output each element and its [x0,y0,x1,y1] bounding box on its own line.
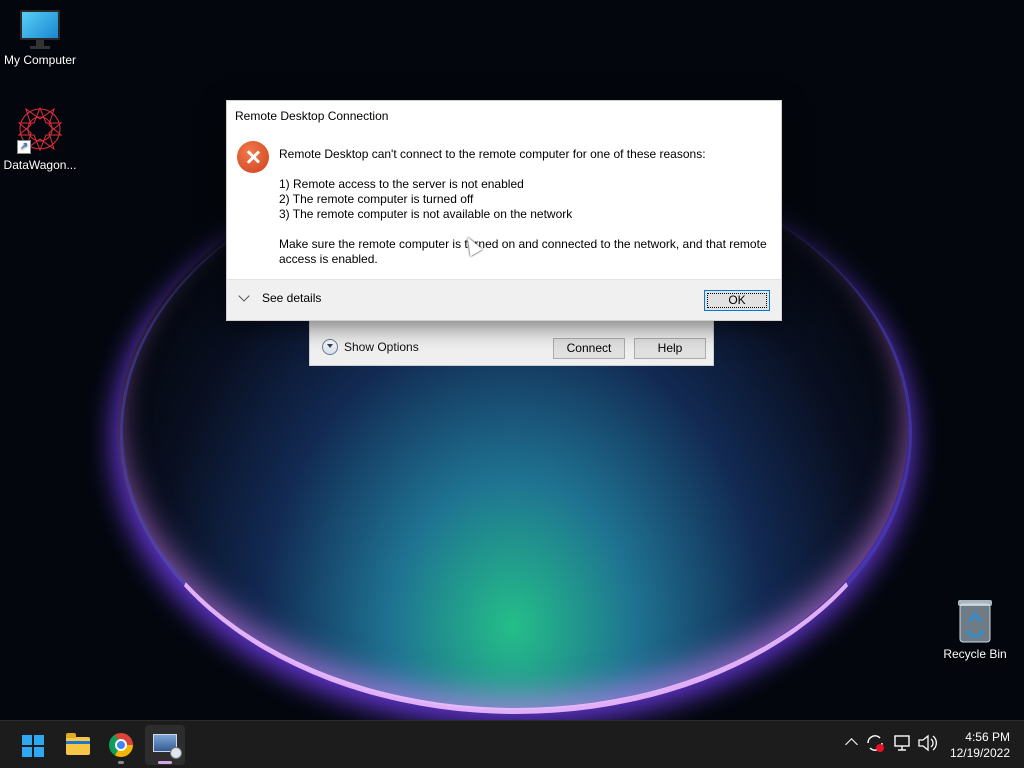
chevron-down-icon [322,339,338,355]
show-options-toggle[interactable]: Show Options [322,339,419,355]
desktop-icon-label: DataWagon... [3,158,77,172]
see-details-toggle[interactable]: See details [238,290,322,305]
desktop-icon-label: Recycle Bin [943,647,1007,661]
dialog-message: Remote Desktop can't connect to the remo… [279,147,774,267]
reason-item: 1) Remote access to the server is not en… [279,177,524,191]
taskbar-file-explorer[interactable] [57,725,97,765]
taskbar-chrome[interactable] [101,725,141,765]
clock-date: 12/19/2022 [949,746,1010,760]
reason-item: 3) The remote computer is not available … [279,207,573,221]
error-dialog: Remote Desktop Connection Remote Desktop… [226,100,782,321]
taskbar-remote-desktop[interactable] [145,725,185,765]
taskbar-clock[interactable]: 4:56 PM 12/19/2022 [950,729,1010,761]
taskbar: 4:56 PM 12/19/2022 [0,720,1024,768]
star-shortcut-icon: ↗ [17,106,63,154]
dialog-title: Remote Desktop Connection [235,109,389,123]
volume-icon[interactable] [917,733,939,756]
monitor-icon [20,10,60,50]
remote-desktop-icon [153,734,182,759]
error-heading: Remote Desktop can't connect to the remo… [279,147,706,161]
desktop-icon-my-computer[interactable]: My Computer [0,10,80,67]
recycle-bin-icon [955,598,995,644]
start-button[interactable] [12,725,52,765]
show-options-label: Show Options [344,340,419,354]
show-hidden-icons-chevron-icon[interactable] [845,738,858,751]
clock-time: 4:56 PM [965,730,1010,744]
start-icon [22,735,44,757]
chevron-down-icon [238,290,250,302]
shortcut-arrow-icon: ↗ [17,140,31,154]
error-icon [237,141,269,173]
sync-alert-icon[interactable] [864,732,886,757]
reason-item: 2) The remote computer is turned off [279,192,474,206]
desktop: My Computer ↗ DataWagon... Recycle Bin S… [0,0,1024,720]
connect-button[interactable]: Connect [553,338,625,359]
ok-button[interactable]: OK [704,290,770,311]
desktop-icon-recycle-bin[interactable]: Recycle Bin [935,598,1015,661]
desktop-icon-label: My Computer [3,53,77,67]
advice-text: Make sure the remote computer is turned … [279,237,767,266]
network-icon[interactable] [893,733,913,756]
file-explorer-icon [66,733,90,755]
see-details-label: See details [262,291,322,305]
chrome-icon [109,733,133,757]
desktop-icon-datawagon[interactable]: ↗ DataWagon... [0,106,80,172]
dialog-footer: See details OK [227,279,781,320]
help-button[interactable]: Help [634,338,706,359]
